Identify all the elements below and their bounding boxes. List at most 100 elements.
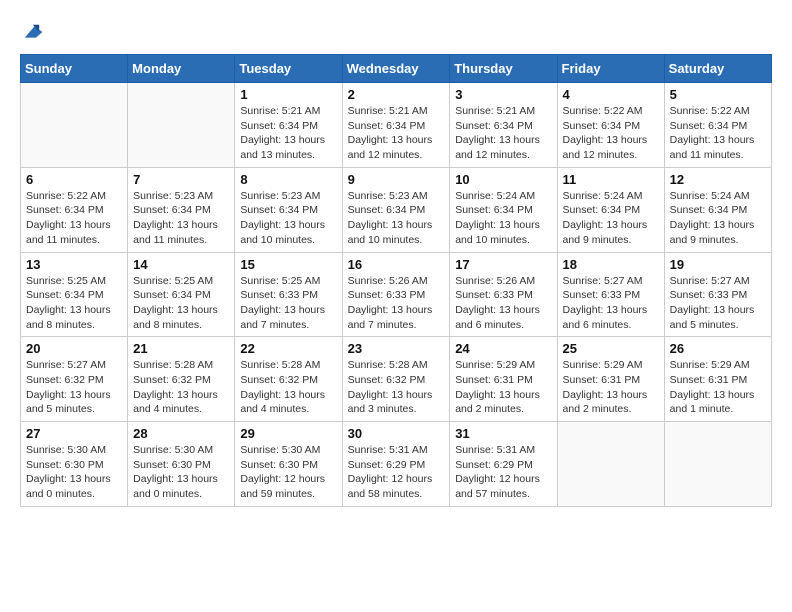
calendar: SundayMondayTuesdayWednesdayThursdayFrid… — [20, 54, 772, 507]
day-number: 9 — [348, 172, 445, 187]
calendar-cell: 28 Sunrise: 5:30 AM Sunset: 6:30 PM Dayli… — [128, 422, 235, 507]
calendar-cell: 10Sunrise: 5:24 AM Sunset: 6:34 PM Dayli… — [450, 167, 557, 252]
calendar-cell: 13 Sunrise: 5:25 AM Sunset: 6:34 PM Dayli… — [21, 252, 128, 337]
day-info: Sunrise: 5:23 AM Sunset: 6:34 PM Dayligh… — [133, 189, 229, 248]
day-number: 22 — [240, 341, 336, 356]
logo — [20, 20, 48, 44]
day-number: 19 — [670, 257, 766, 272]
calendar-cell: 15Sunrise: 5:25 AM Sunset: 6:33 PM Dayli… — [235, 252, 342, 337]
day-number: 17 — [455, 257, 551, 272]
calendar-cell: 21 Sunrise: 5:28 AM Sunset: 6:32 PM Dayli… — [128, 337, 235, 422]
day-info: Sunrise: 5:29 AM Sunset: 6:31 PM Dayligh… — [455, 358, 551, 417]
day-number: 13 — [26, 257, 122, 272]
calendar-week-5: 27 Sunrise: 5:30 AM Sunset: 6:30 PM Dayli… — [21, 422, 772, 507]
calendar-cell: 22 Sunrise: 5:28 AM Sunset: 6:32 PM Dayli… — [235, 337, 342, 422]
day-info: Sunrise: 5:21 AM Sunset: 6:34 PM Dayligh… — [348, 104, 445, 163]
day-number: 20 — [26, 341, 122, 356]
day-info: Sunrise: 5:25 AM Sunset: 6:34 PM Dayligh… — [133, 274, 229, 333]
day-info: Sunrise: 5:30 AM Sunset: 6:30 PM Dayligh… — [240, 443, 336, 502]
calendar-cell: 23 Sunrise: 5:28 AM Sunset: 6:32 PM Dayli… — [342, 337, 450, 422]
weekday-header-sunday: Sunday — [21, 55, 128, 83]
day-info: Sunrise: 5:22 AM Sunset: 6:34 PM Dayligh… — [670, 104, 766, 163]
day-number: 6 — [26, 172, 122, 187]
calendar-cell: 11 Sunrise: 5:24 AM Sunset: 6:34 PM Dayli… — [557, 167, 664, 252]
calendar-body: 1 Sunrise: 5:21 AM Sunset: 6:34 PM Daylig… — [21, 83, 772, 507]
calendar-week-3: 13 Sunrise: 5:25 AM Sunset: 6:34 PM Dayli… — [21, 252, 772, 337]
calendar-cell: 24Sunrise: 5:29 AM Sunset: 6:31 PM Dayli… — [450, 337, 557, 422]
weekday-header-thursday: Thursday — [450, 55, 557, 83]
day-info: Sunrise: 5:23 AM Sunset: 6:34 PM Dayligh… — [240, 189, 336, 248]
day-info: Sunrise: 5:21 AM Sunset: 6:34 PM Dayligh… — [455, 104, 551, 163]
calendar-cell: 17 Sunrise: 5:26 AM Sunset: 6:33 PM Dayli… — [450, 252, 557, 337]
day-info: Sunrise: 5:22 AM Sunset: 6:34 PM Dayligh… — [26, 189, 122, 248]
calendar-cell — [664, 422, 771, 507]
day-number: 18 — [563, 257, 659, 272]
day-info: Sunrise: 5:24 AM Sunset: 6:34 PM Dayligh… — [455, 189, 551, 248]
day-info: Sunrise: 5:29 AM Sunset: 6:31 PM Dayligh… — [670, 358, 766, 417]
day-info: Sunrise: 5:31 AM Sunset: 6:29 PM Dayligh… — [455, 443, 551, 502]
day-number: 3 — [455, 87, 551, 102]
calendar-cell — [21, 83, 128, 168]
calendar-cell: 26 Sunrise: 5:29 AM Sunset: 6:31 PM Dayli… — [664, 337, 771, 422]
day-info: Sunrise: 5:30 AM Sunset: 6:30 PM Dayligh… — [26, 443, 122, 502]
day-info: Sunrise: 5:26 AM Sunset: 6:33 PM Dayligh… — [455, 274, 551, 333]
day-number: 11 — [563, 172, 659, 187]
day-info: Sunrise: 5:25 AM Sunset: 6:34 PM Dayligh… — [26, 274, 122, 333]
calendar-cell — [557, 422, 664, 507]
day-number: 31 — [455, 426, 551, 441]
day-info: Sunrise: 5:21 AM Sunset: 6:34 PM Dayligh… — [240, 104, 336, 163]
calendar-cell: 20Sunrise: 5:27 AM Sunset: 6:32 PM Dayli… — [21, 337, 128, 422]
day-number: 28 — [133, 426, 229, 441]
calendar-cell: 12Sunrise: 5:24 AM Sunset: 6:34 PM Dayli… — [664, 167, 771, 252]
day-number: 2 — [348, 87, 445, 102]
calendar-cell: 27 Sunrise: 5:30 AM Sunset: 6:30 PM Dayli… — [21, 422, 128, 507]
weekday-header-wednesday: Wednesday — [342, 55, 450, 83]
day-number: 29 — [240, 426, 336, 441]
calendar-cell: 8Sunrise: 5:23 AM Sunset: 6:34 PM Daylig… — [235, 167, 342, 252]
weekday-header-monday: Monday — [128, 55, 235, 83]
day-number: 21 — [133, 341, 229, 356]
calendar-week-2: 6 Sunrise: 5:22 AM Sunset: 6:34 PM Daylig… — [21, 167, 772, 252]
weekday-header-row: SundayMondayTuesdayWednesdayThursdayFrid… — [21, 55, 772, 83]
calendar-cell: 14 Sunrise: 5:25 AM Sunset: 6:34 PM Dayli… — [128, 252, 235, 337]
day-number: 26 — [670, 341, 766, 356]
day-number: 16 — [348, 257, 445, 272]
day-info: Sunrise: 5:27 AM Sunset: 6:33 PM Dayligh… — [670, 274, 766, 333]
calendar-cell: 31 Sunrise: 5:31 AM Sunset: 6:29 PM Dayli… — [450, 422, 557, 507]
calendar-week-4: 20Sunrise: 5:27 AM Sunset: 6:32 PM Dayli… — [21, 337, 772, 422]
calendar-cell: 18Sunrise: 5:27 AM Sunset: 6:33 PM Dayli… — [557, 252, 664, 337]
calendar-cell: 7 Sunrise: 5:23 AM Sunset: 6:34 PM Daylig… — [128, 167, 235, 252]
day-number: 5 — [670, 87, 766, 102]
calendar-cell: 16 Sunrise: 5:26 AM Sunset: 6:33 PM Dayli… — [342, 252, 450, 337]
day-info: Sunrise: 5:24 AM Sunset: 6:34 PM Dayligh… — [670, 189, 766, 248]
day-info: Sunrise: 5:28 AM Sunset: 6:32 PM Dayligh… — [240, 358, 336, 417]
day-info: Sunrise: 5:30 AM Sunset: 6:30 PM Dayligh… — [133, 443, 229, 502]
calendar-cell: 6 Sunrise: 5:22 AM Sunset: 6:34 PM Daylig… — [21, 167, 128, 252]
day-number: 25 — [563, 341, 659, 356]
day-info: Sunrise: 5:26 AM Sunset: 6:33 PM Dayligh… — [348, 274, 445, 333]
day-number: 1 — [240, 87, 336, 102]
weekday-header-friday: Friday — [557, 55, 664, 83]
day-number: 14 — [133, 257, 229, 272]
day-info: Sunrise: 5:28 AM Sunset: 6:32 PM Dayligh… — [348, 358, 445, 417]
weekday-header-tuesday: Tuesday — [235, 55, 342, 83]
day-number: 27 — [26, 426, 122, 441]
calendar-cell: 29 Sunrise: 5:30 AM Sunset: 6:30 PM Dayli… — [235, 422, 342, 507]
calendar-cell: 19 Sunrise: 5:27 AM Sunset: 6:33 PM Dayli… — [664, 252, 771, 337]
calendar-cell — [128, 83, 235, 168]
calendar-cell: 1 Sunrise: 5:21 AM Sunset: 6:34 PM Daylig… — [235, 83, 342, 168]
calendar-cell: 3 Sunrise: 5:21 AM Sunset: 6:34 PM Daylig… — [450, 83, 557, 168]
day-number: 30 — [348, 426, 445, 441]
day-number: 7 — [133, 172, 229, 187]
day-info: Sunrise: 5:28 AM Sunset: 6:32 PM Dayligh… — [133, 358, 229, 417]
calendar-cell: 5 Sunrise: 5:22 AM Sunset: 6:34 PM Daylig… — [664, 83, 771, 168]
day-number: 15 — [240, 257, 336, 272]
day-info: Sunrise: 5:22 AM Sunset: 6:34 PM Dayligh… — [563, 104, 659, 163]
calendar-cell: 4Sunrise: 5:22 AM Sunset: 6:34 PM Daylig… — [557, 83, 664, 168]
day-info: Sunrise: 5:31 AM Sunset: 6:29 PM Dayligh… — [348, 443, 445, 502]
page-header — [20, 20, 772, 44]
day-info: Sunrise: 5:24 AM Sunset: 6:34 PM Dayligh… — [563, 189, 659, 248]
day-number: 23 — [348, 341, 445, 356]
logo-icon — [20, 20, 44, 44]
day-info: Sunrise: 5:29 AM Sunset: 6:31 PM Dayligh… — [563, 358, 659, 417]
